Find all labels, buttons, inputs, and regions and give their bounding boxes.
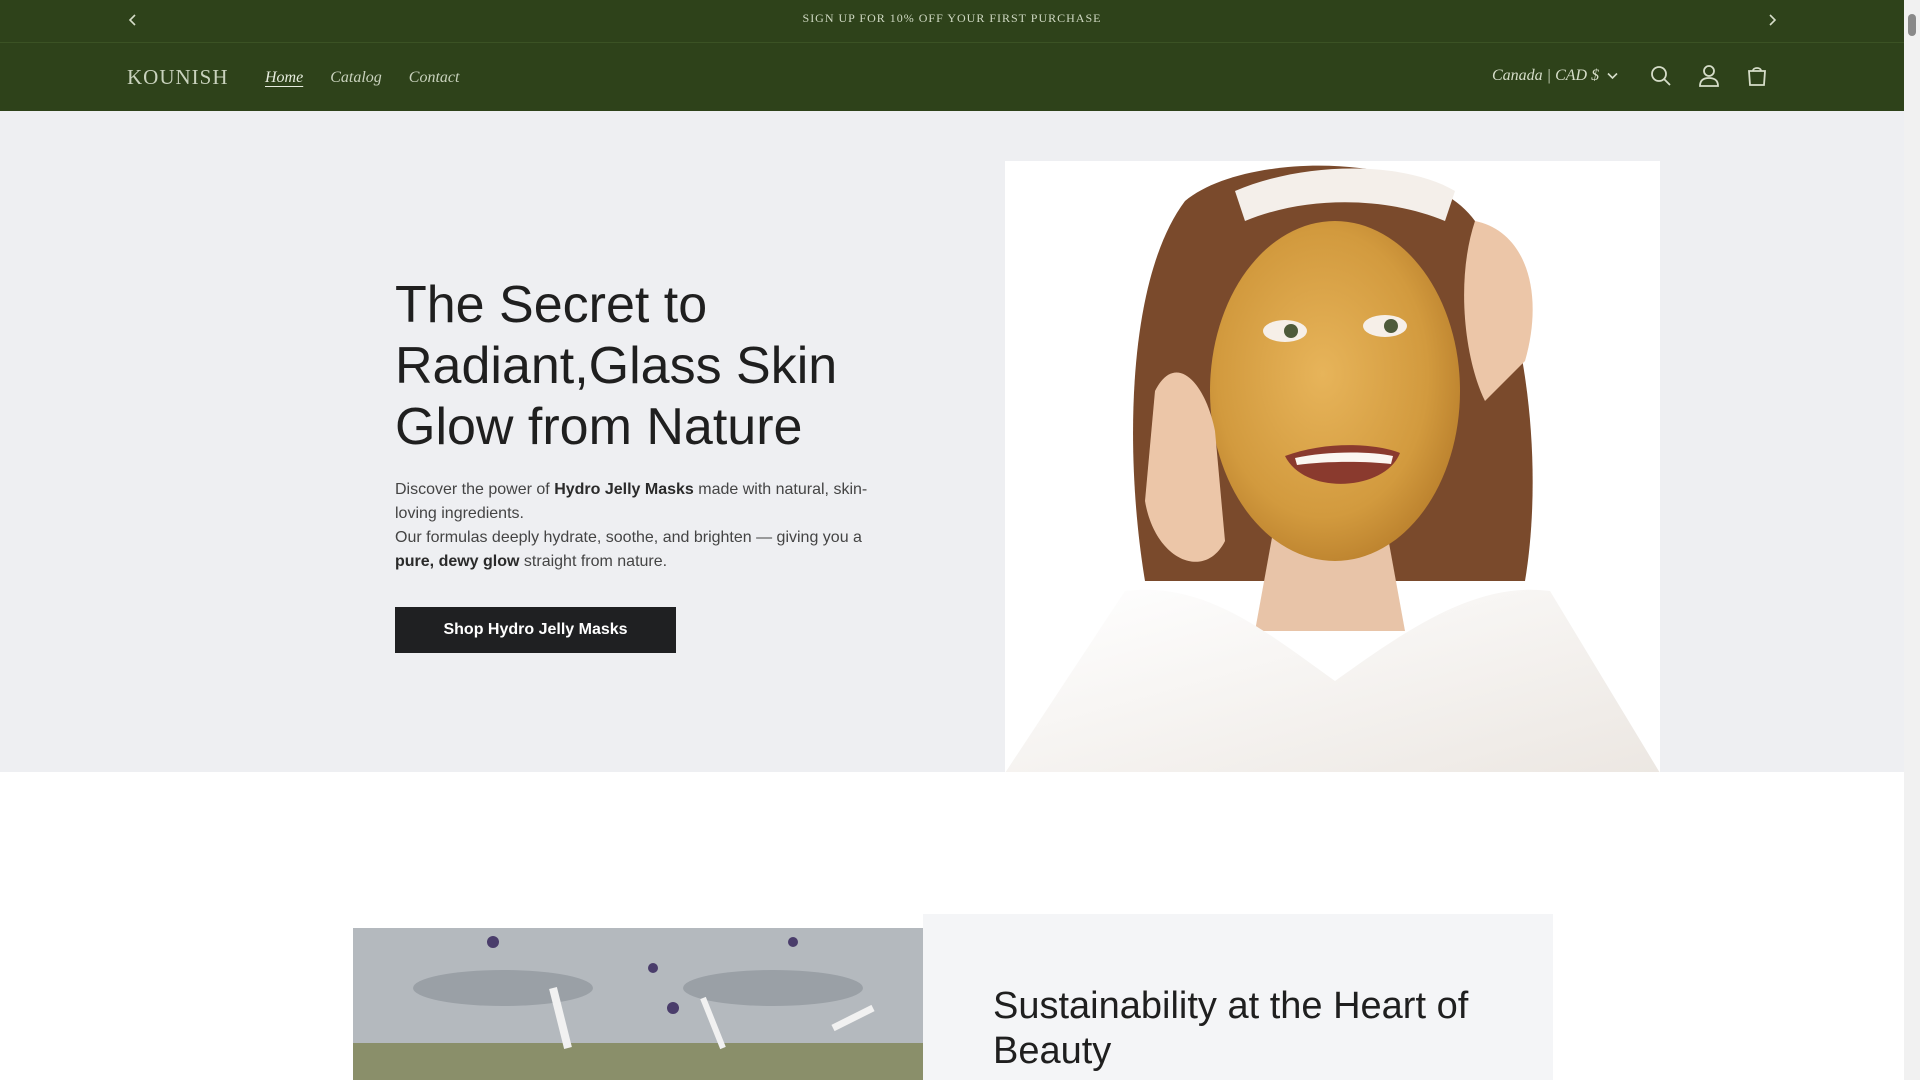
nav-home-link[interactable]: Home	[265, 69, 303, 87]
chevron-right-icon	[1769, 14, 1777, 26]
country-currency-selector[interactable]: Canada | CAD $	[1492, 67, 1618, 85]
cart-icon	[1748, 67, 1766, 86]
main-nav: Home Catalog Contact	[265, 69, 459, 87]
country-currency-label: Canada | CAD $	[1492, 67, 1600, 84]
shop-hydro-jelly-masks-button[interactable]: Shop Hydro Jelly Masks	[395, 607, 676, 653]
announcement-bar: SIGN UP FOR 10% OFF YOUR FIRST PURCHASE	[0, 0, 1904, 43]
sustainability-title: Sustainability at the Heart of Beauty	[993, 985, 1469, 1072]
cart-button[interactable]	[1744, 63, 1770, 89]
search-button[interactable]	[1648, 63, 1674, 89]
sustainability-card: Sustainability at the Heart of Beauty	[923, 914, 1553, 1080]
nav-catalog-link[interactable]: Catalog	[330, 69, 382, 87]
hero-model-image	[1005, 161, 1660, 772]
site-logo[interactable]: KOUNISH	[127, 65, 229, 90]
account-icon	[1699, 65, 1719, 87]
sustainability-section: Sustainability at the Heart of Beauty	[0, 772, 1904, 1080]
hero-description: Discover the power of Hydro Jelly Masks …	[395, 478, 885, 574]
search-icon	[1651, 66, 1671, 86]
scrollbar-thumb[interactable]	[1908, 14, 1916, 36]
next-announcement-button[interactable]	[1762, 10, 1782, 30]
site-header: KOUNISH Home Catalog Contact Canada | CA…	[0, 43, 1904, 111]
hero-title: The Secret to Radiant,Glass Skin Glow fr…	[395, 276, 838, 456]
account-button[interactable]	[1696, 63, 1722, 89]
hero-description-line-2: Our formulas deeply hydrate, soothe, and…	[395, 529, 862, 570]
hero-description-line-1: Discover the power of Hydro Jelly Masks …	[395, 481, 868, 522]
page-scrollbar[interactable]	[1904, 0, 1920, 1080]
chevron-down-icon	[1607, 72, 1618, 80]
hero-banner: The Secret to Radiant,Glass Skin Glow fr…	[0, 111, 1904, 772]
jelly-mask-closeup-image	[353, 928, 923, 1080]
nav-contact-link[interactable]: Contact	[409, 69, 460, 87]
announcement-text[interactable]: SIGN UP FOR 10% OFF YOUR FIRST PURCHASE	[0, 11, 1904, 26]
